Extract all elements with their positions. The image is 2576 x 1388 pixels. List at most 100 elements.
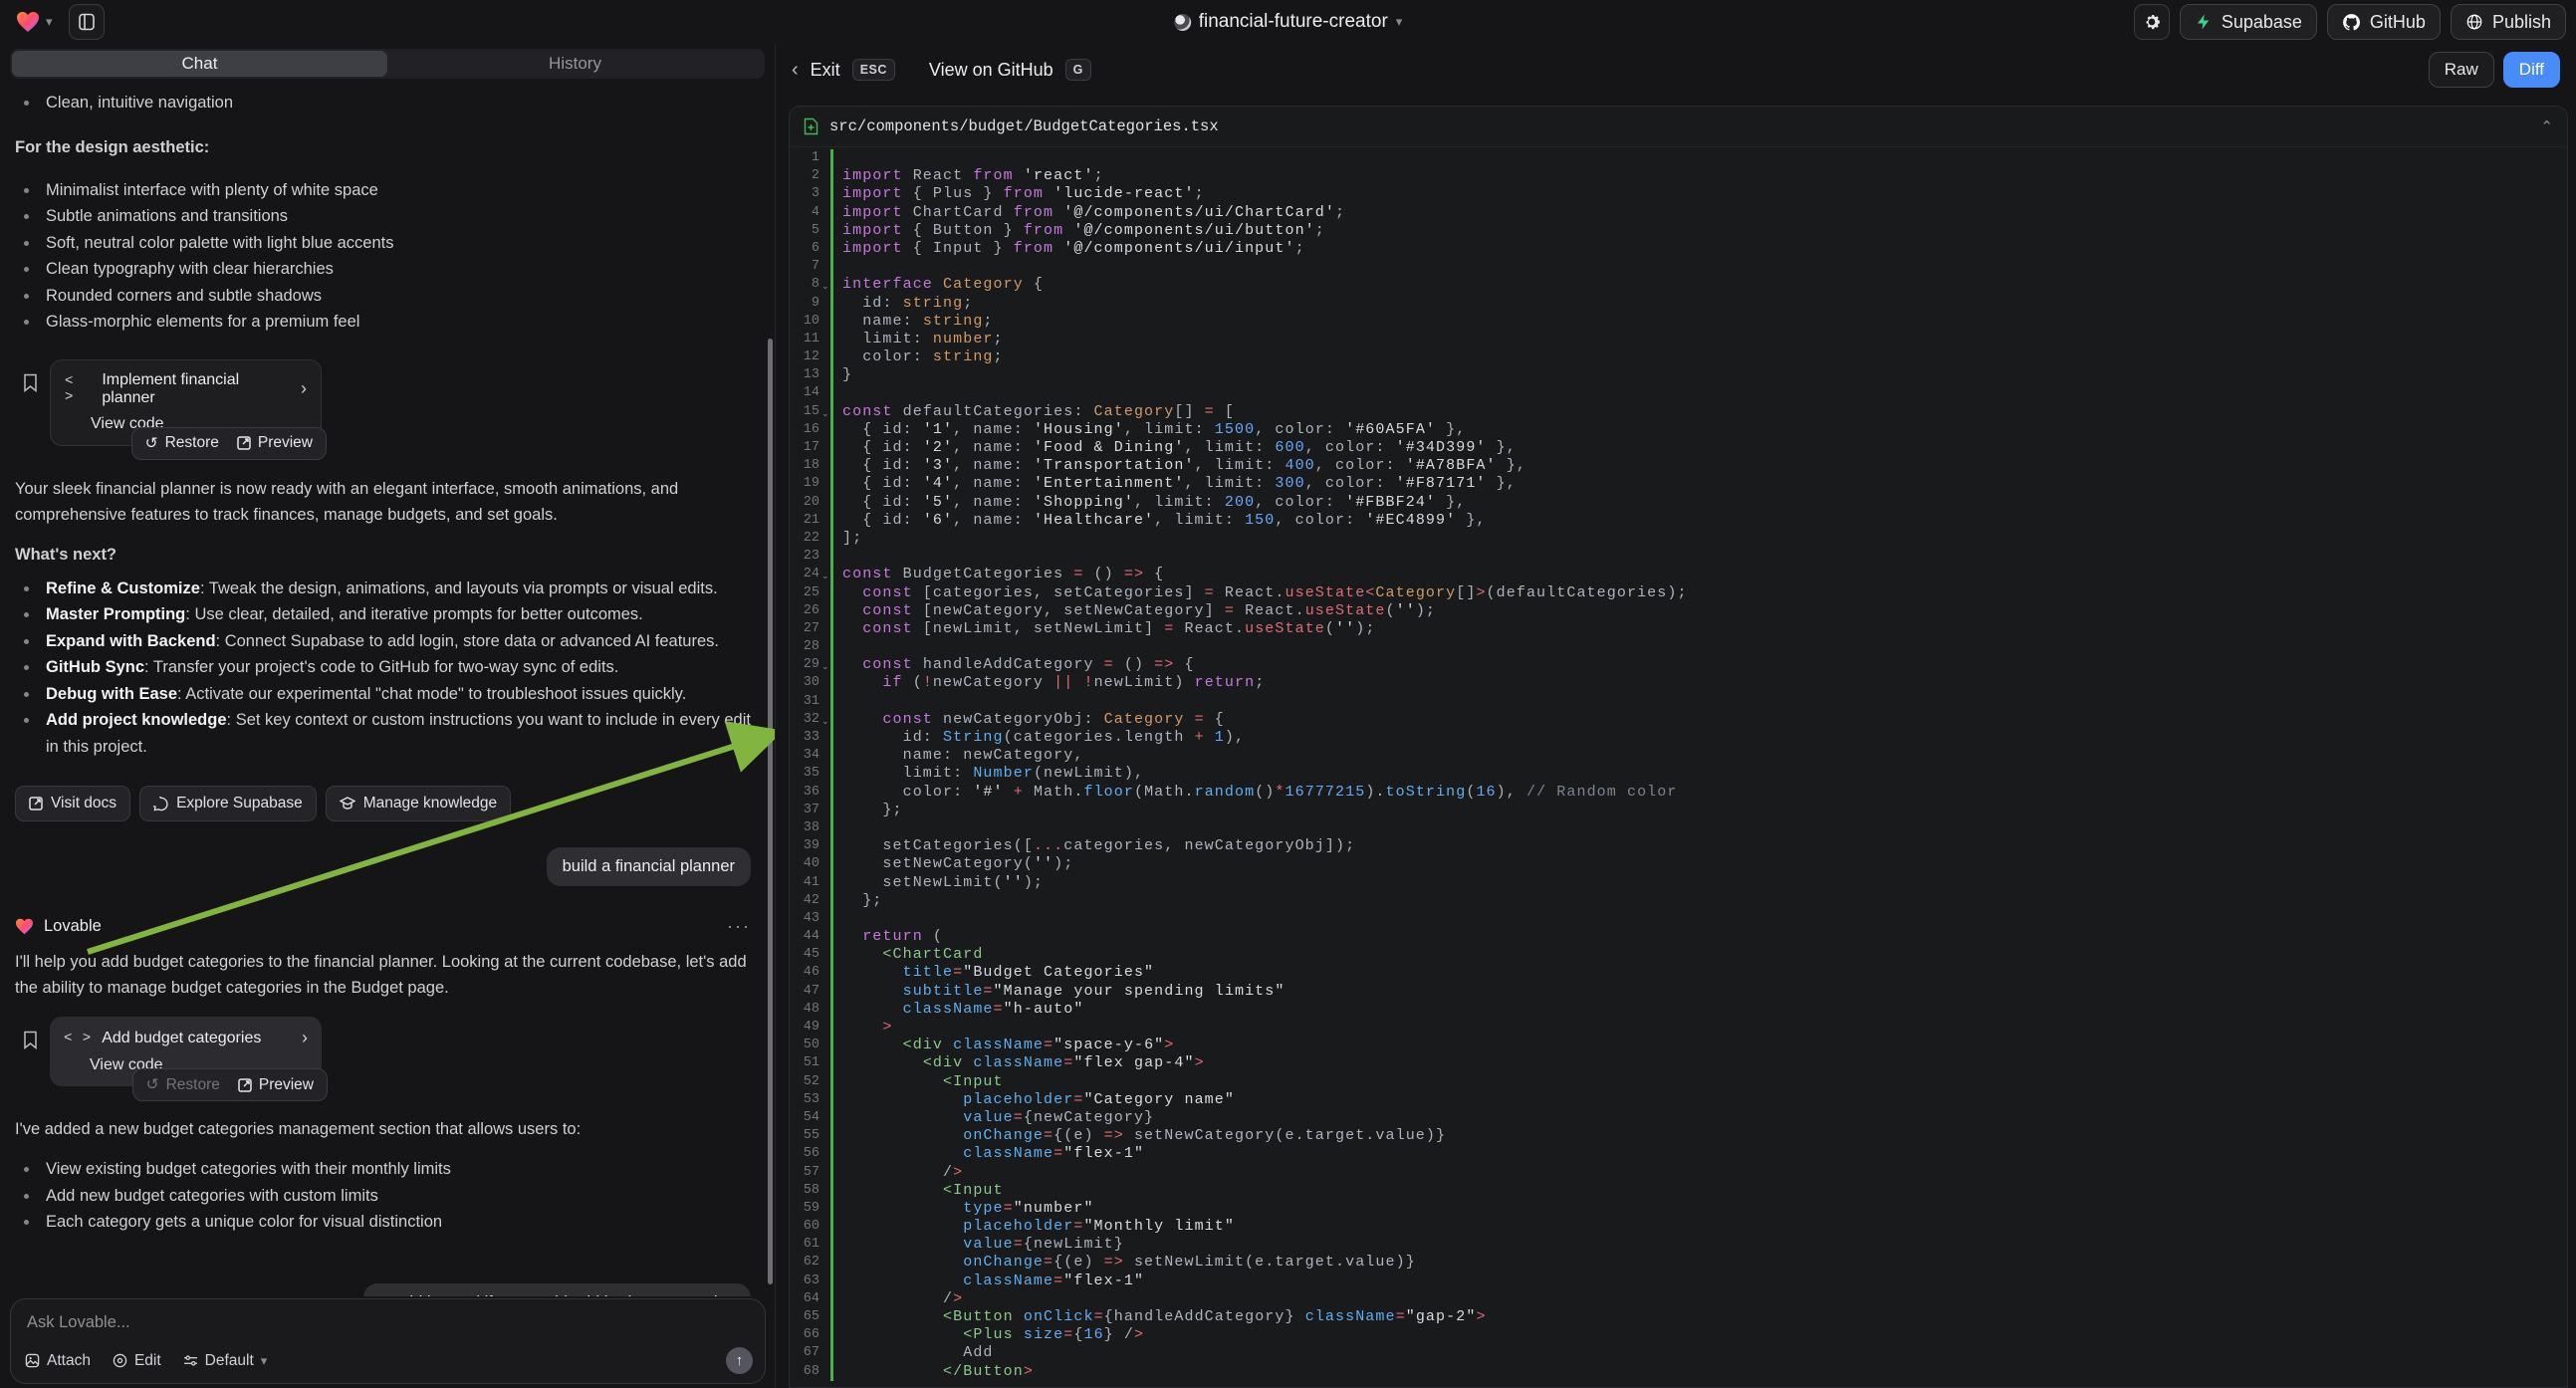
code-text: color: '#' + Math.floor(Math.random()*16…	[830, 784, 1678, 802]
design-heading: For the design aesthetic:	[15, 134, 751, 160]
design-bullet-list: Minimalist interface with plenty of whit…	[15, 177, 751, 336]
list-item: Each category gets a unique color for vi…	[15, 1209, 751, 1236]
code-text: const [newLimit, setNewLimit] = React.us…	[830, 620, 1375, 638]
tab-history[interactable]: History	[387, 51, 763, 77]
bookmark-icon[interactable]	[23, 1031, 38, 1049]
code-change-card-selected[interactable]: < > Add budget categories › View code ↺R…	[50, 1017, 322, 1086]
visit-docs-button[interactable]: Visit docs	[15, 786, 130, 821]
code-text: setNewLimit('');	[830, 874, 1044, 892]
code-line: 8⌄interface Category {	[790, 276, 2567, 294]
preview-button[interactable]: Preview	[237, 434, 313, 452]
restore-button[interactable]: ↺Restore	[146, 1075, 220, 1094]
logo-chevron-down-icon[interactable]: ▾	[46, 14, 53, 30]
code-line: 30 if (!newCategory || !newLimit) return…	[790, 674, 2567, 692]
raw-toggle-button[interactable]: Raw	[2429, 52, 2494, 88]
project-switcher[interactable]: financial-future-creator ▾	[1174, 11, 1403, 33]
code-text: { id: '6', name: 'Healthcare', limit: 15…	[830, 512, 1487, 530]
message-menu-button[interactable]: ···	[727, 916, 751, 937]
line-number: 24	[790, 566, 820, 583]
code-line: 23	[790, 548, 2567, 566]
line-number: 39	[790, 837, 820, 855]
line-number: 51	[790, 1054, 820, 1072]
line-number: 48	[790, 1001, 820, 1019]
fold-chevron-icon[interactable]: ⌄	[821, 277, 829, 295]
code-panel-header: ‹ Exit ESC View on GitHub G Raw Diff	[776, 44, 2576, 96]
chevron-down-icon: ▾	[261, 1353, 268, 1369]
chat-scroll-area[interactable]: Clean, intuitive navigation For the desi…	[0, 84, 775, 1296]
code-text: Add	[830, 1344, 994, 1362]
explore-supabase-button[interactable]: Explore Supabase	[139, 786, 317, 821]
code-text: <div className="flex gap-4">	[830, 1054, 1205, 1072]
code-line: 12 color: string;	[790, 348, 2567, 366]
code-text: title="Budget Categories"	[830, 964, 1154, 982]
code-change-card[interactable]: < > Implement financial planner › View c…	[50, 359, 322, 446]
composer-input[interactable]: Ask Lovable...	[27, 1313, 751, 1332]
code-text: name: string;	[830, 313, 994, 331]
line-number: 26	[790, 602, 820, 620]
edit-button[interactable]: Edit	[113, 1352, 161, 1370]
code-line: 51 <div className="flex gap-4">	[790, 1054, 2567, 1072]
toggle-sidebar-button[interactable]	[69, 4, 105, 40]
diff-toggle-button[interactable]: Diff	[2503, 52, 2560, 88]
code-line: 3import { Plus } from 'lucide-react';	[790, 185, 2567, 203]
preview-button[interactable]: Preview	[238, 1076, 314, 1094]
code-text: const handleAddCategory = () => {	[830, 656, 1195, 674]
line-number: 10	[790, 313, 820, 331]
mode-select[interactable]: Default ▾	[183, 1352, 268, 1370]
code-panel: ‹ Exit ESC View on GitHub G Raw Diff src…	[776, 44, 2576, 1388]
attach-button[interactable]: Attach	[25, 1352, 91, 1370]
lovable-logo-icon[interactable]	[16, 11, 40, 33]
code-line: 14	[790, 384, 2567, 402]
settings-button[interactable]	[2134, 4, 2170, 40]
chevron-right-icon[interactable]: ›	[302, 1028, 308, 1048]
code-line: 46 title="Budget Categories"	[790, 964, 2567, 982]
chat-bubble-icon	[153, 797, 168, 811]
line-number: 45	[790, 946, 820, 964]
design-intro-list: Clean, intuitive navigation	[15, 90, 751, 116]
code-text: value={newCategory}	[830, 1109, 1154, 1127]
line-number: 28	[790, 638, 820, 656]
code-line: 22];	[790, 530, 2567, 548]
file-header[interactable]: src/components/budget/BudgetCategories.t…	[790, 107, 2567, 147]
exit-button[interactable]: Exit	[811, 60, 840, 81]
view-on-github-link[interactable]: View on GitHub	[929, 60, 1054, 81]
composer[interactable]: Ask Lovable... Attach Edit Default ▾ ↑	[10, 1298, 766, 1384]
line-number: 20	[790, 494, 820, 512]
line-number: 7	[790, 258, 820, 276]
bookmark-icon[interactable]	[23, 373, 38, 392]
code-editor[interactable]: 1 2import React from 'react';3import { P…	[790, 147, 2567, 1387]
list-item: Add new budget categories with custom li…	[15, 1183, 751, 1210]
back-chevron-icon[interactable]: ‹	[792, 59, 799, 82]
github-button[interactable]: GitHub	[2327, 4, 2441, 40]
line-number: 55	[790, 1127, 820, 1145]
fold-chevron-icon[interactable]: ⌄	[821, 404, 829, 422]
chevron-right-icon[interactable]: ›	[301, 378, 307, 399]
code-text: id: String(categories.length + 1),	[830, 729, 1245, 747]
card-title: Add budget categories	[102, 1030, 261, 1047]
external-link-icon	[237, 436, 251, 450]
code-line: 50 <div className="space-y-6">	[790, 1037, 2567, 1054]
supabase-button[interactable]: Supabase	[2180, 4, 2317, 40]
code-text: value={newLimit}	[830, 1236, 1124, 1254]
code-text: className="h-auto"	[830, 1001, 1083, 1019]
code-line: 11 limit: number;	[790, 331, 2567, 348]
line-number: 23	[790, 548, 820, 566]
fold-chevron-icon[interactable]: ⌄	[821, 657, 829, 675]
tab-chat[interactable]: Chat	[12, 51, 387, 77]
chat-scrollbar[interactable]	[768, 339, 773, 1284]
restore-button[interactable]: ↺Restore	[145, 434, 219, 453]
fold-chevron-icon[interactable]: ⌄	[821, 712, 829, 730]
collapse-chevron-up-icon[interactable]: ⌃	[2540, 117, 2553, 135]
line-number: 29	[790, 656, 820, 674]
manage-knowledge-button[interactable]: Manage knowledge	[326, 786, 511, 821]
send-button[interactable]: ↑	[726, 1347, 753, 1374]
esc-kbd-badge: ESC	[852, 59, 895, 81]
code-text	[830, 258, 852, 276]
line-number: 19	[790, 475, 820, 493]
publish-button[interactable]: Publish	[2451, 4, 2566, 40]
line-number: 4	[790, 204, 820, 222]
fold-chevron-icon[interactable]: ⌄	[821, 567, 829, 584]
list-item: Expand with Backend: Connect Supabase to…	[15, 628, 751, 655]
line-number: 43	[790, 910, 820, 928]
code-line: 44 return (	[790, 928, 2567, 946]
